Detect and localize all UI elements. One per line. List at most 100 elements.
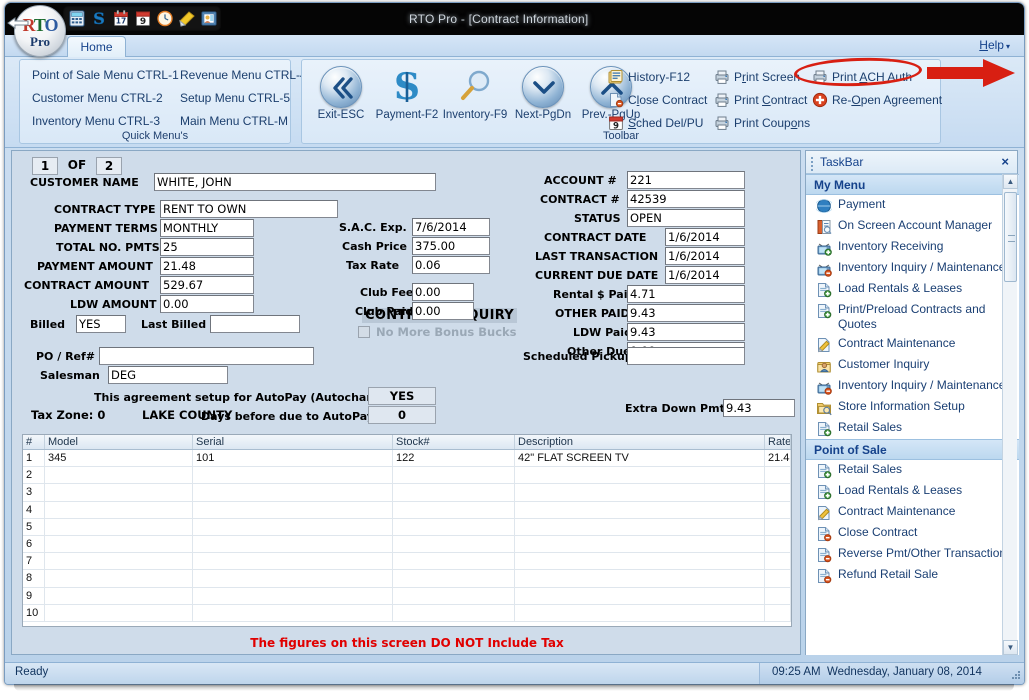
field-payment-terms[interactable]: MONTHLY xyxy=(160,219,254,237)
grid-cell-num[interactable]: 4 xyxy=(23,502,45,518)
grid-cell-serial[interactable] xyxy=(193,553,393,569)
calendar-9-icon[interactable]: 9 xyxy=(133,9,153,28)
resize-grip-icon[interactable] xyxy=(1010,669,1022,681)
grid-cell-model[interactable] xyxy=(45,553,193,569)
table-row[interactable]: 9 xyxy=(23,588,791,605)
grid-cell-rate[interactable] xyxy=(765,588,791,604)
field-billed[interactable]: YES xyxy=(76,315,126,333)
field-club-fee[interactable]: 0.00 xyxy=(412,283,474,301)
grid-cell-description[interactable] xyxy=(515,519,765,535)
field-last-transaction[interactable]: 1/6/2014 xyxy=(665,247,745,265)
grid-cell-serial[interactable] xyxy=(193,536,393,552)
grid-cell-stock[interactable] xyxy=(393,605,515,621)
grid-cell-model[interactable] xyxy=(45,605,193,621)
grid-cell-description[interactable] xyxy=(515,588,765,604)
field-autopay[interactable]: YES xyxy=(368,387,436,405)
grid-col-num[interactable]: # xyxy=(23,435,45,449)
taskbar-item-reverse-pmt-other-transaction[interactable]: Reverse Pmt/Other Transaction xyxy=(806,544,1019,565)
grid-cell-rate[interactable]: 21.48 xyxy=(765,450,791,466)
grid-cell-serial[interactable] xyxy=(193,467,393,483)
print-screen-command[interactable]: Print Screen xyxy=(714,68,800,86)
table-row[interactable]: 6 xyxy=(23,536,791,553)
grid-cell-num[interactable]: 3 xyxy=(23,484,45,500)
grid-cell-serial[interactable] xyxy=(193,570,393,586)
print-contract-command[interactable]: Print Contract xyxy=(714,91,807,109)
taskbar-item-retail-sales[interactable]: Retail Sales xyxy=(806,418,1019,439)
field-rental-paid[interactable]: 4.71 xyxy=(627,285,745,303)
exit-button[interactable]: Exit-ESC xyxy=(308,66,374,121)
grid-cell-description[interactable]: 42" FLAT SCREEN TV xyxy=(515,450,765,466)
quick-icon-bar[interactable]: SS 17 9 xyxy=(63,6,221,31)
grid-cell-description[interactable] xyxy=(515,553,765,569)
scroll-up-icon[interactable]: ▲ xyxy=(1003,174,1018,189)
grid-cell-description[interactable] xyxy=(515,570,765,586)
table-row[interactable]: 2 xyxy=(23,467,791,484)
grid-col-rate[interactable]: Rate xyxy=(765,435,791,449)
next-page-button[interactable]: Next-PgDn xyxy=(510,66,576,121)
rto-pro-logo[interactable]: RTO Pro xyxy=(14,5,66,57)
grid-cell-stock[interactable] xyxy=(393,536,515,552)
grid-col-serial[interactable]: Serial xyxy=(193,435,393,449)
grid-cell-num[interactable]: 7 xyxy=(23,553,45,569)
grid-cell-description[interactable] xyxy=(515,605,765,621)
taskbar-item-on-screen-account-manager[interactable]: On Screen Account Manager xyxy=(806,216,1019,237)
field-tax-rate[interactable]: 0.06 xyxy=(412,256,490,274)
quick-menu-setup[interactable]: Setup Menu CTRL-5 xyxy=(180,91,290,105)
calculator-icon[interactable] xyxy=(67,9,87,28)
grid-cell-serial[interactable] xyxy=(193,519,393,535)
field-last-billed[interactable] xyxy=(210,315,300,333)
taskbar-item-customer-inquiry[interactable]: Customer Inquiry xyxy=(806,355,1019,376)
grid-cell-model[interactable] xyxy=(45,467,193,483)
field-ldw-amount[interactable]: 0.00 xyxy=(160,295,254,313)
taskbar-item-contract-maintenance[interactable]: Contract Maintenance xyxy=(806,334,1019,355)
grid-col-desc[interactable]: Description xyxy=(515,435,765,449)
quick-menu-inventory[interactable]: Inventory Menu CTRL-3 xyxy=(32,114,160,128)
grid-cell-model[interactable] xyxy=(45,519,193,535)
grid-cell-stock[interactable] xyxy=(393,502,515,518)
grid-cell-serial[interactable]: 101 xyxy=(193,450,393,466)
calendar-17-icon[interactable]: 17 xyxy=(111,9,131,28)
grid-cell-rate[interactable] xyxy=(765,536,791,552)
grid-cell-stock[interactable] xyxy=(393,588,515,604)
grid-cell-rate[interactable] xyxy=(765,467,791,483)
field-contract-amount[interactable]: 529.67 xyxy=(160,276,254,294)
grid-cell-rate[interactable] xyxy=(765,605,791,621)
taskbar-item-store-information-setup[interactable]: Store Information Setup xyxy=(806,397,1019,418)
payment-button[interactable]: S Payment-F2 xyxy=(374,66,440,121)
dollar-icon[interactable]: SS xyxy=(89,9,109,28)
grid-col-model[interactable]: Model xyxy=(45,435,193,449)
grid-cell-model[interactable] xyxy=(45,502,193,518)
grid-cell-rate[interactable] xyxy=(765,570,791,586)
quick-menu-main[interactable]: Main Menu CTRL-M xyxy=(180,114,288,128)
grid-cell-model[interactable] xyxy=(45,484,193,500)
field-club-paid[interactable]: 0.00 xyxy=(412,302,474,320)
contract-items-grid[interactable]: # Model Serial Stock# Description Rate 1… xyxy=(22,434,792,627)
print-ach-auth-command[interactable]: Print ACH Auth xyxy=(812,68,912,86)
taskbar-item-contract-maintenance[interactable]: Contract Maintenance xyxy=(806,502,1019,523)
table-row[interactable]: 5 xyxy=(23,519,791,536)
field-ldw-paid[interactable]: 9.43 xyxy=(627,323,745,341)
field-other-paid[interactable]: 9.43 xyxy=(627,304,745,322)
taskbar-item-load-rentals-leases[interactable]: Load Rentals & Leases xyxy=(806,279,1019,300)
grid-cell-stock[interactable] xyxy=(393,570,515,586)
grid-cell-model[interactable] xyxy=(45,588,193,604)
field-payment-amount[interactable]: 21.48 xyxy=(160,257,254,275)
grid-cell-stock[interactable] xyxy=(393,519,515,535)
field-days-before-autopay[interactable]: 0 xyxy=(368,406,436,424)
close-icon[interactable]: × xyxy=(1001,154,1009,169)
table-row[interactable]: 3 xyxy=(23,484,791,501)
grid-cell-num[interactable]: 1 xyxy=(23,450,45,466)
checkbox-no-more-bonus-bucks[interactable] xyxy=(358,326,370,338)
drag-grip-icon[interactable] xyxy=(811,157,814,168)
grid-cell-serial[interactable] xyxy=(193,588,393,604)
grid-cell-stock[interactable] xyxy=(393,467,515,483)
field-total-no-pmts[interactable]: 25 xyxy=(160,238,254,256)
history-command[interactable]: History-F12 xyxy=(608,68,690,86)
grid-cell-rate[interactable] xyxy=(765,502,791,518)
field-scheduled-pickup[interactable] xyxy=(627,347,745,365)
taskbar-item-load-rentals-leases[interactable]: Load Rentals & Leases xyxy=(806,481,1019,502)
grid-cell-stock[interactable]: 122 xyxy=(393,450,515,466)
quick-menu-customer[interactable]: Customer Menu CTRL-2 xyxy=(32,91,163,105)
taskbar-item-inventory-inquiry-maintenance[interactable]: Inventory Inquiry / Maintenance xyxy=(806,258,1019,279)
grid-cell-rate[interactable] xyxy=(765,484,791,500)
